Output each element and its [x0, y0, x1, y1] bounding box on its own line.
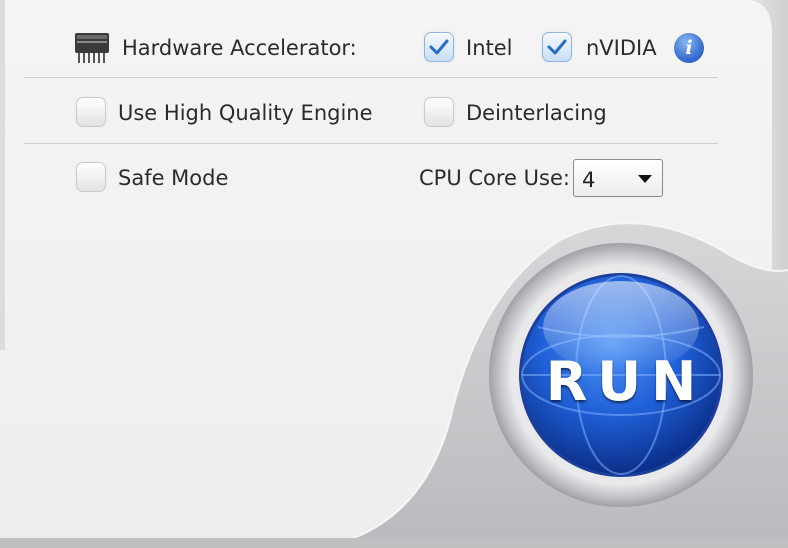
nvidia-checkbox[interactable]	[542, 32, 572, 62]
check-icon	[429, 39, 449, 55]
safe-mode-label: Safe Mode	[118, 166, 229, 190]
divider	[24, 77, 718, 78]
check-icon	[547, 39, 567, 55]
intel-checkbox[interactable]	[424, 32, 454, 62]
info-icon[interactable]: i	[674, 33, 704, 63]
cpu-core-select[interactable]: 4	[573, 159, 663, 197]
deinterlacing-checkbox[interactable]	[424, 97, 454, 127]
settings-panel: Hardware Accelerator: Intel nVIDIA i Use…	[0, 0, 788, 548]
divider	[24, 143, 718, 144]
chip-icon	[75, 33, 109, 63]
safe-mode-checkbox[interactable]	[76, 162, 106, 192]
chevron-down-icon	[638, 175, 652, 183]
run-button[interactable]: RUN	[518, 272, 724, 478]
deinterlacing-label: Deinterlacing	[466, 101, 607, 125]
high-quality-engine-checkbox[interactable]	[76, 97, 106, 127]
cpu-core-value: 4	[582, 168, 596, 192]
intel-label: Intel	[466, 36, 513, 60]
nvidia-label: nVIDIA	[586, 36, 657, 60]
hardware-accelerator-label: Hardware Accelerator:	[122, 36, 357, 60]
high-quality-engine-label: Use High Quality Engine	[118, 101, 373, 125]
cpu-core-use-label: CPU Core Use:	[419, 166, 570, 190]
run-label: RUN	[545, 350, 707, 413]
